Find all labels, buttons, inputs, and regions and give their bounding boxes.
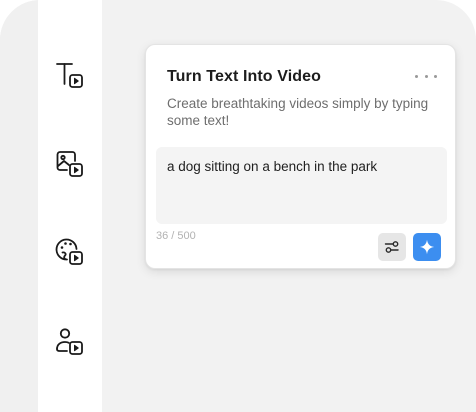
- palette-to-video-icon: [55, 238, 83, 265]
- more-horizontal-icon: [415, 74, 418, 78]
- sidebar-item-palette-to-video[interactable]: [52, 234, 88, 270]
- card-subtitle: Create breathtaking videos simply by typ…: [167, 96, 429, 128]
- sidebar-item-avatar-to-video[interactable]: [52, 324, 88, 360]
- generate-button[interactable]: [413, 233, 441, 261]
- avatar-to-video-icon: [56, 328, 83, 355]
- sidebar-rail: [38, 0, 102, 412]
- settings-button[interactable]: [378, 233, 406, 261]
- left-edge: [0, 0, 38, 412]
- image-to-video-icon: [56, 151, 83, 177]
- card-title: Turn Text Into Video: [167, 68, 321, 85]
- app-frame: Turn Text Into Video Create breathtaking…: [0, 0, 476, 412]
- text-to-video-card: Turn Text Into Video Create breathtaking…: [145, 44, 456, 269]
- text-to-video-icon: [56, 63, 83, 88]
- sidebar-item-image-to-video[interactable]: [52, 146, 88, 182]
- character-count: 36 / 500: [156, 230, 196, 242]
- more-options-button[interactable]: [415, 69, 437, 83]
- sliders-icon: [384, 241, 399, 253]
- sparkle-icon: [419, 239, 435, 255]
- prompt-input[interactable]: a dog sitting on a bench in the park: [156, 147, 447, 224]
- sidebar-item-text-to-video[interactable]: [52, 57, 88, 93]
